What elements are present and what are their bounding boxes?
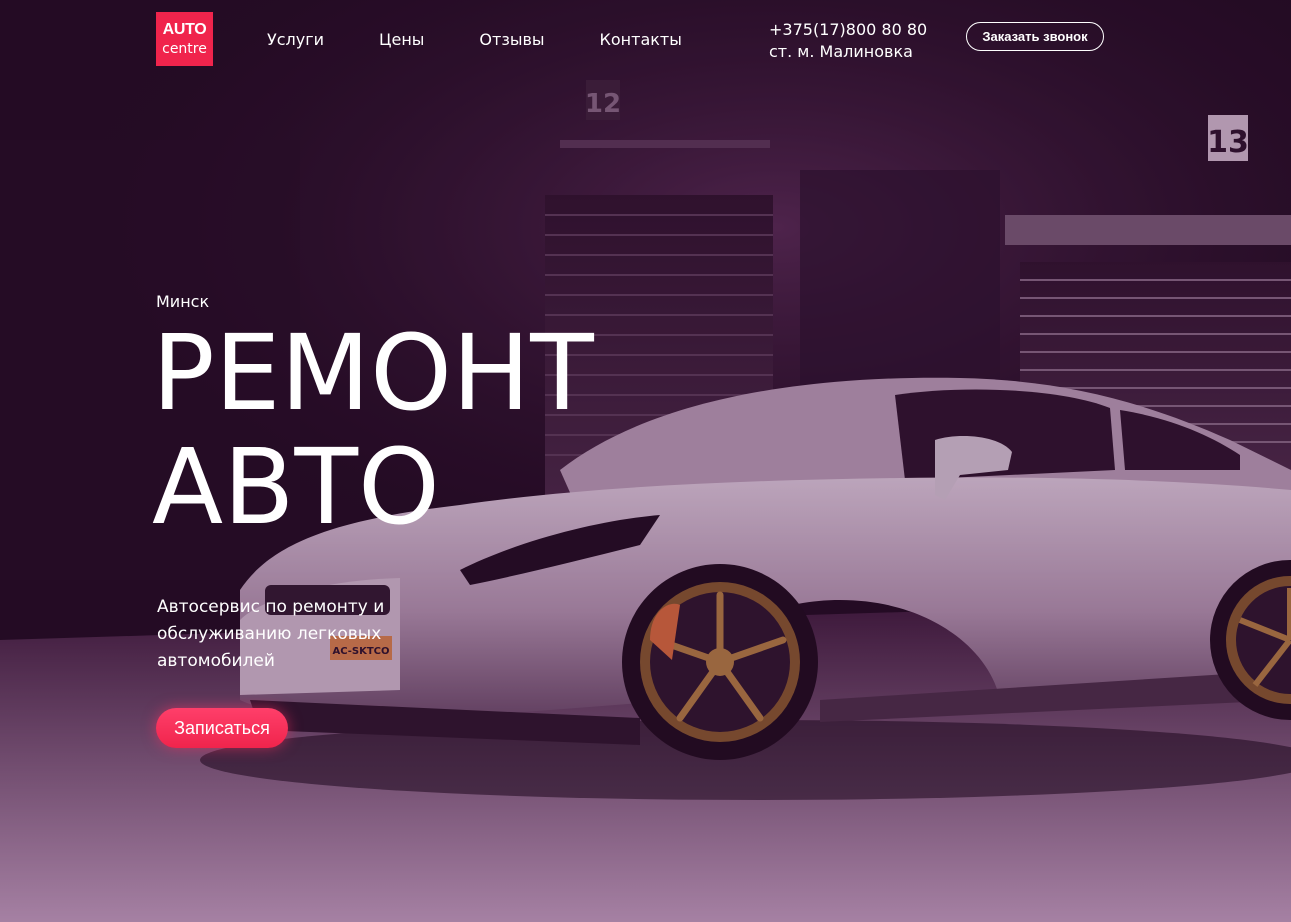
address-text: ст. м. Малиновка [769,42,913,61]
hero-title: РЕМОНТ АВТО [152,316,594,544]
logo-text-top: AUTO [162,21,207,38]
hero-subtitle: Автосервис по ремонту и обслуживанию лег… [157,597,385,671]
nav-item-services[interactable]: Услуги [267,30,324,49]
hero-title-line-1: РЕМОНТ [152,312,594,434]
phone-link[interactable]: +375(17)800 80 80 [769,19,927,41]
logo[interactable]: AUTO centre [156,12,213,66]
header-contacts: +375(17)800 80 80 ст. м. Малиновка [769,19,927,63]
city-label: Минск [156,292,210,311]
main-nav: Услуги Цены Отзывы Контакты [267,30,682,49]
logo-text-bottom: centre [162,41,207,57]
nav-item-prices[interactable]: Цены [379,30,424,49]
signup-button[interactable]: Записаться [156,708,288,748]
callback-button[interactable]: Заказать звонок [966,22,1104,51]
nav-item-reviews[interactable]: Отзывы [479,30,544,49]
hero-title-line-2: АВТО [152,426,440,548]
nav-item-contacts[interactable]: Контакты [600,30,682,49]
